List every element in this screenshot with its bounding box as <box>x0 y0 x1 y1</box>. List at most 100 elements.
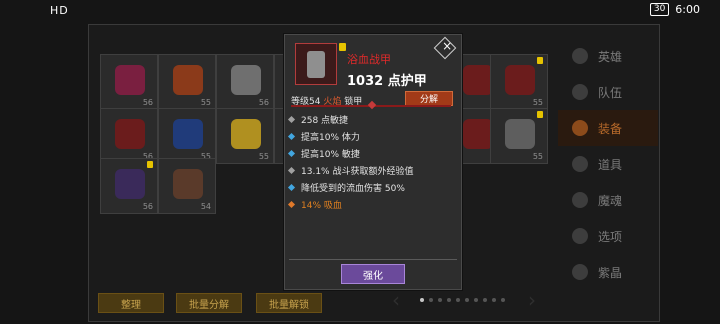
item-slot[interactable]: 56 <box>100 54 158 110</box>
boots-icon <box>231 119 261 149</box>
helmet-icon <box>173 65 203 95</box>
flame-icon <box>572 192 588 208</box>
lock-icon[interactable] <box>339 43 346 51</box>
slot-level: 55 <box>532 98 543 107</box>
stat-text: 降低受到的流血伤害 50% <box>301 184 405 194</box>
page-dot[interactable] <box>474 298 478 302</box>
slot-level: 56 <box>258 98 269 107</box>
close-icon[interactable] <box>433 36 457 60</box>
gear-icon <box>572 120 588 136</box>
lock-icon <box>537 57 543 64</box>
page-dot[interactable] <box>447 298 451 302</box>
slot-level: 54 <box>200 202 211 211</box>
page-dot[interactable] <box>420 298 424 302</box>
armor-icon <box>505 119 535 149</box>
weapon-icon <box>115 65 145 95</box>
nav-label: 队伍 <box>598 85 623 100</box>
bullet-icon <box>287 183 296 192</box>
stat-row: 14% 吸血 <box>287 196 457 213</box>
nav-label: 紫晶 <box>598 265 623 280</box>
slot-level: 56 <box>142 202 153 211</box>
bullet-icon <box>287 200 296 209</box>
page-dot[interactable] <box>501 298 505 302</box>
sort-button[interactable]: 整理 <box>98 293 164 313</box>
bullet-icon <box>287 132 296 141</box>
stat-row: 提高10% 体力 <box>287 128 457 145</box>
diamond-icon <box>367 100 377 110</box>
bullet-icon <box>287 149 296 158</box>
nav-label: 道具 <box>598 157 623 172</box>
item-slot[interactable]: 54 <box>158 158 216 214</box>
lock-icon <box>147 161 153 168</box>
side-nav: 英雄 队伍 装备 道具 魔魂 选项 紫晶 <box>558 38 658 290</box>
item-slot[interactable]: 56 <box>100 158 158 214</box>
nav-team[interactable]: 队伍 <box>558 74 658 110</box>
stat-row: 258 点敏捷 <box>287 111 457 128</box>
stat-text: 提高10% 敏捷 <box>301 150 360 160</box>
hero-icon <box>572 48 588 64</box>
bullet-icon <box>287 166 296 175</box>
item-icon <box>295 43 337 85</box>
nav-label: 英雄 <box>598 49 623 64</box>
stat-text: 258 点敏捷 <box>301 116 349 126</box>
strengthen-button[interactable]: 强化 <box>341 264 405 284</box>
nav-equipment[interactable]: 装备 <box>558 110 658 146</box>
stat-text: 提高10% 体力 <box>301 133 360 143</box>
nav-label: 装备 <box>598 121 623 136</box>
slot-level: 55 <box>200 98 211 107</box>
armor-icon <box>463 65 493 95</box>
page-indicator <box>420 298 505 302</box>
lock-icon <box>537 111 543 118</box>
item-slot[interactable]: 56 <box>100 108 158 164</box>
bulk-decompose-button[interactable]: 批量分解 <box>176 293 242 313</box>
nav-label: 魔魂 <box>598 193 623 208</box>
armor-icon <box>463 119 493 149</box>
stat-text: 14% 吸血 <box>301 201 342 211</box>
stat-row: 13.1% 战斗获取额外经验值 <box>287 162 457 179</box>
armor-icon <box>115 119 145 149</box>
page-dot[interactable] <box>465 298 469 302</box>
flag-icon <box>572 84 588 100</box>
divider <box>289 259 457 260</box>
helmet-icon <box>115 169 145 199</box>
nav-options[interactable]: 选项 <box>558 218 658 254</box>
stat-row: 降低受到的流血伤害 50% <box>287 179 457 196</box>
item-slot[interactable]: 56 <box>216 54 274 110</box>
nav-gem[interactable]: 紫晶 <box>558 254 658 290</box>
armor-icon <box>307 51 325 78</box>
bulk-unlock-button[interactable]: 批量解锁 <box>256 293 322 313</box>
slot-level: 55 <box>258 152 269 161</box>
stat-row: 提高10% 敏捷 <box>287 145 457 162</box>
nav-soul[interactable]: 魔魂 <box>558 182 658 218</box>
item-slot[interactable]: 55 <box>216 108 274 164</box>
game-screen: 56 55 56 55 56 55 55 55 56 54 54 <box>0 0 720 324</box>
settings-icon <box>572 228 588 244</box>
page-dot[interactable] <box>483 298 487 302</box>
item-tooltip: 浴血战甲 1032 点护甲 等级54 火焰 锁甲 分解 258 点敏捷 提高10… <box>284 34 462 290</box>
bag-icon <box>572 156 588 172</box>
page-dot[interactable] <box>456 298 460 302</box>
page-dot[interactable] <box>438 298 442 302</box>
sword-icon <box>231 65 261 95</box>
stat-text: 13.1% 战斗获取额外经验值 <box>301 167 414 177</box>
nav-label: 选项 <box>598 229 623 244</box>
next-page-icon[interactable]: › <box>528 288 536 312</box>
item-main-stat: 1032 点护甲 <box>347 74 427 89</box>
slot-level: 56 <box>142 98 153 107</box>
armor-icon <box>173 119 203 149</box>
decompose-button[interactable]: 分解 <box>405 91 453 106</box>
item-slot[interactable]: 55 <box>158 108 216 164</box>
nav-items[interactable]: 道具 <box>558 146 658 182</box>
item-slot[interactable]: 55 <box>158 54 216 110</box>
crown-icon <box>173 169 203 199</box>
bullet-icon <box>287 115 296 124</box>
gem-icon <box>572 264 588 280</box>
slot-level: 55 <box>532 152 543 161</box>
prev-page-icon[interactable]: ‹ <box>392 288 400 312</box>
item-name: 浴血战甲 <box>347 53 391 66</box>
item-slot[interactable]: 55 <box>490 54 548 110</box>
page-dot[interactable] <box>492 298 496 302</box>
page-dot[interactable] <box>429 298 433 302</box>
nav-hero[interactable]: 英雄 <box>558 38 658 74</box>
item-slot[interactable]: 55 <box>490 108 548 164</box>
